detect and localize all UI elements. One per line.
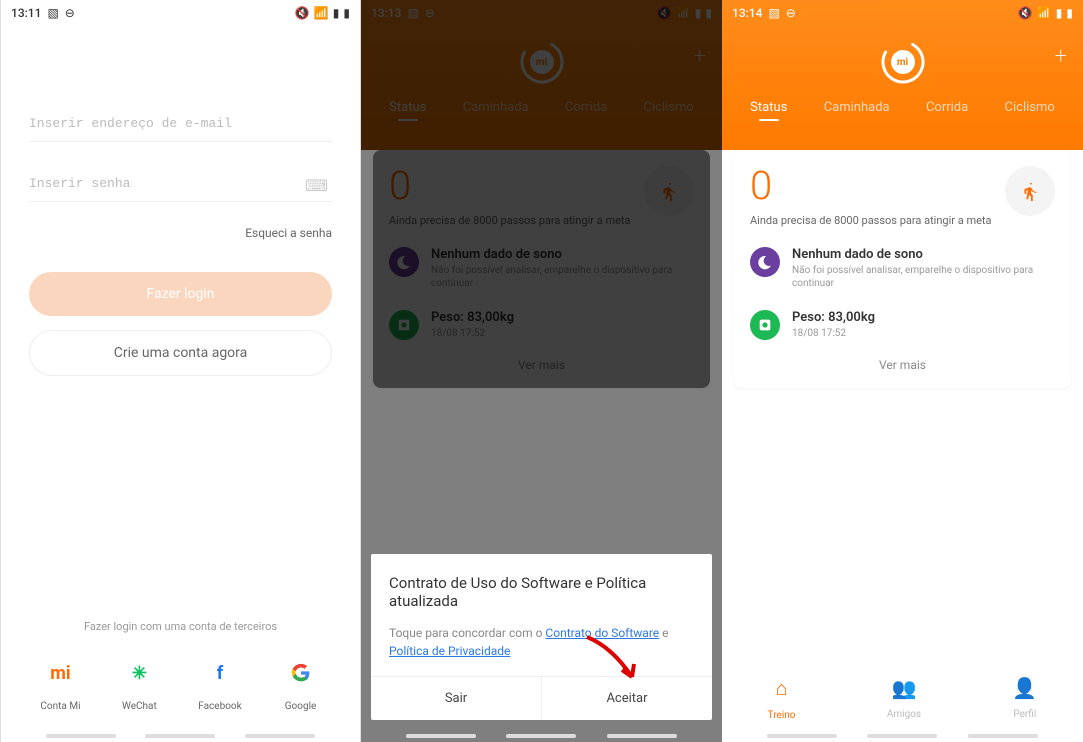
password-input[interactable] — [29, 166, 332, 202]
image-icon: ▧ — [768, 6, 779, 20]
privacy-policy-link[interactable]: Política de Privacidade — [389, 644, 510, 658]
tab-cycle[interactable]: Ciclismo — [1005, 100, 1055, 119]
moon-icon — [750, 247, 780, 277]
sleep-title: Nenhum dado de sono — [792, 247, 1055, 262]
social-wechat[interactable]: ✳ WeChat — [119, 653, 159, 712]
mute-icon: 🔇 — [295, 6, 310, 20]
circle-icon: ⊖ — [786, 6, 796, 20]
app-screen-main: 13:14 ▧ ⊖ 🔇 📶 ▮ ▮ + mi Status Caminhada … — [722, 0, 1083, 742]
friends-icon: 👥 — [887, 676, 921, 700]
walk-badge[interactable] — [1005, 166, 1055, 216]
bottom-nav: ⌂ Treino 👥 Amigos 👤 Perfil — [722, 666, 1083, 722]
accept-button[interactable]: Aceitar — [542, 677, 712, 720]
nav-perfil[interactable]: 👤 Perfil — [1012, 676, 1037, 722]
tab-run[interactable]: Corrida — [926, 100, 968, 119]
status-bar: 13:11 ▧ ⊖ 🔇 📶 ▮ ▮ — [1, 0, 360, 26]
walking-icon — [1019, 180, 1041, 202]
battery-icon: ▮ — [343, 6, 350, 20]
see-more-link[interactable]: Ver mais — [750, 358, 1055, 372]
third-party-label: Fazer login com uma conta de terceiros — [1, 620, 360, 633]
status-time: 13:14 — [732, 6, 762, 20]
terms-modal: Contrato de Uso do Software e Política a… — [371, 554, 712, 720]
tab-status[interactable]: Status — [750, 100, 787, 119]
status-time: 13:11 — [11, 6, 41, 20]
scale-icon — [750, 310, 780, 340]
status-bar: 13:14 ▧ ⊖ 🔇 📶 ▮ ▮ — [722, 0, 1083, 26]
sleep-row[interactable]: Nenhum dado de sono Não foi possível ana… — [750, 247, 1055, 290]
header-ring: mi — [881, 40, 925, 84]
nav-amigos[interactable]: 👥 Amigos — [887, 676, 921, 722]
steps-subtitle: Ainda precisa de 8000 passos para atingi… — [750, 214, 992, 227]
create-account-button[interactable]: Crie uma conta agora — [29, 330, 332, 376]
facebook-icon: f — [200, 653, 240, 693]
signal-icon: ▮ — [1056, 6, 1063, 20]
key-icon[interactable]: ⌨ — [305, 176, 328, 195]
login-button[interactable]: Fazer login — [29, 272, 332, 316]
weight-row[interactable]: Peso: 83,00kg 18/08 17:52 — [750, 310, 1055, 340]
modal-title: Contrato de Uso do Software e Política a… — [389, 574, 694, 610]
nav-treino[interactable]: ⌂ Treino — [768, 676, 796, 722]
battery-icon: ▮ — [1066, 6, 1073, 20]
login-screen: 13:11 ▧ ⊖ 🔇 📶 ▮ ▮ ⌨ Esqueci a senha Faze… — [0, 0, 361, 742]
mi-logo-icon: mi — [891, 50, 915, 74]
add-icon[interactable]: + — [1055, 44, 1067, 69]
modal-text: Toque para concordar com o Contrato do S… — [389, 624, 694, 660]
wifi-icon: 📶 — [314, 6, 329, 20]
app-screen-with-modal: 13:13 ▧ ⊖ 🔇 📶 ▮ ▮ + mi Status Caminhada — [361, 0, 722, 742]
wechat-icon: ✳ — [119, 653, 159, 693]
exit-button[interactable]: Sair — [371, 677, 542, 720]
mi-icon: mi — [40, 653, 80, 693]
home-icon: ⌂ — [768, 676, 796, 701]
weight-title: Peso: 83,00kg — [792, 310, 1055, 325]
google-icon — [281, 653, 321, 693]
email-input[interactable] — [29, 106, 332, 142]
social-facebook[interactable]: f Facebook — [198, 653, 241, 712]
circle-icon: ⊖ — [65, 6, 75, 20]
steps-count: 0 — [750, 166, 992, 206]
forgot-password-link[interactable]: Esqueci a senha — [29, 226, 332, 240]
tab-walk[interactable]: Caminhada — [824, 100, 890, 119]
mute-icon: 🔇 — [1018, 6, 1033, 20]
profile-icon: 👤 — [1012, 676, 1037, 700]
weight-sub: 18/08 17:52 — [792, 327, 1055, 340]
signal-icon: ▮ — [333, 6, 340, 20]
social-google[interactable]: Google — [281, 653, 321, 712]
status-card: 0 Ainda precisa de 8000 passos para atin… — [734, 150, 1071, 388]
image-icon: ▧ — [47, 6, 58, 20]
wifi-icon: 📶 — [1037, 6, 1052, 20]
software-contract-link[interactable]: Contrato do Software — [545, 626, 659, 640]
social-mi[interactable]: mi Conta Mi — [40, 653, 80, 712]
sleep-sub: Não foi possível analisar, emparelhe o d… — [792, 264, 1055, 290]
